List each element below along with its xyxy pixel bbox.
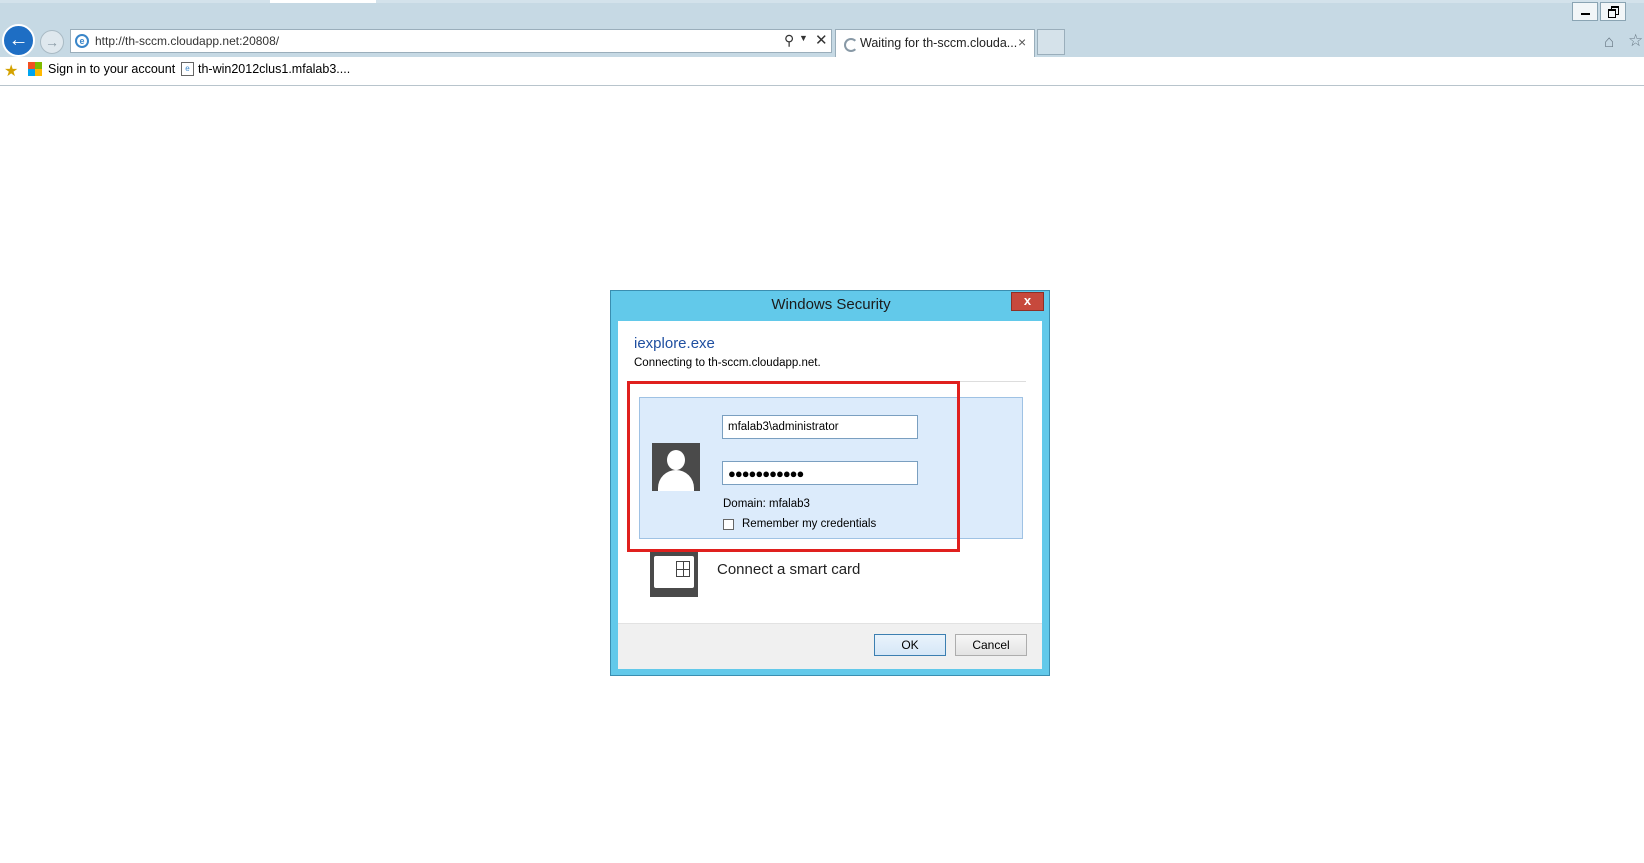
highlight-annotation <box>627 381 960 552</box>
smart-card-option[interactable]: Connect a smart card <box>717 561 860 578</box>
dialog-title: Windows Security <box>771 296 891 313</box>
arrow-right-icon: → <box>45 34 59 50</box>
add-favorite-icon[interactable]: ★ <box>4 61 18 81</box>
stop-icon[interactable]: ✕ <box>815 31 828 49</box>
tab-title: Waiting for th-sccm.clouda... <box>860 36 1018 50</box>
page-icon: e <box>181 62 194 76</box>
app-name: iexplore.exe <box>634 335 715 352</box>
back-button[interactable]: ← <box>2 24 35 57</box>
search-icon[interactable]: ⚲ <box>784 32 794 49</box>
tab-strip <box>0 0 1644 3</box>
favorites-star-icon[interactable]: ☆ <box>1628 31 1643 51</box>
tab-active[interactable]: Waiting for th-sccm.clouda... × <box>835 29 1035 57</box>
tab-hint <box>270 0 376 3</box>
ie-page-icon: e <box>75 34 89 48</box>
forward-button[interactable]: → <box>40 30 64 54</box>
tab-close-icon[interactable]: × <box>1018 34 1026 50</box>
favorite-link-signin[interactable]: Sign in to your account <box>28 62 175 76</box>
new-tab-button[interactable] <box>1037 29 1065 55</box>
favorite-label: th-win2012clus1.mfalab3.... <box>198 62 351 76</box>
chevron-down-icon[interactable]: ▼ <box>799 33 808 43</box>
dialog-close-button[interactable]: x <box>1011 292 1044 311</box>
restore-button[interactable] <box>1600 2 1626 21</box>
ok-button[interactable]: OK <box>874 634 946 656</box>
address-bar[interactable]: e http://th-sccm.cloudapp.net:20808/ ⚲ ▼… <box>70 29 832 53</box>
minimize-button[interactable] <box>1572 2 1598 21</box>
arrow-left-icon: ← <box>8 29 29 51</box>
address-url[interactable]: http://th-sccm.cloudapp.net:20808/ <box>95 34 279 48</box>
favorites-bar: ★ Sign in to your account e th-win2012cl… <box>0 57 1644 86</box>
smart-card-icon[interactable] <box>650 549 698 597</box>
browser-titlebar: ← → e http://th-sccm.cloudapp.net:20808/… <box>0 0 1644 57</box>
favorite-label: Sign in to your account <box>48 62 176 76</box>
microsoft-logo-icon <box>28 62 42 76</box>
connecting-text: Connecting to th-sccm.cloudapp.net. <box>634 357 821 369</box>
favorite-link-cluster[interactable]: e th-win2012clus1.mfalab3.... <box>181 62 350 76</box>
cancel-button[interactable]: Cancel <box>955 634 1027 656</box>
dialog-footer: OK Cancel <box>618 623 1042 669</box>
home-icon[interactable]: ⌂ <box>1604 32 1614 52</box>
loading-spinner-icon <box>844 38 858 52</box>
